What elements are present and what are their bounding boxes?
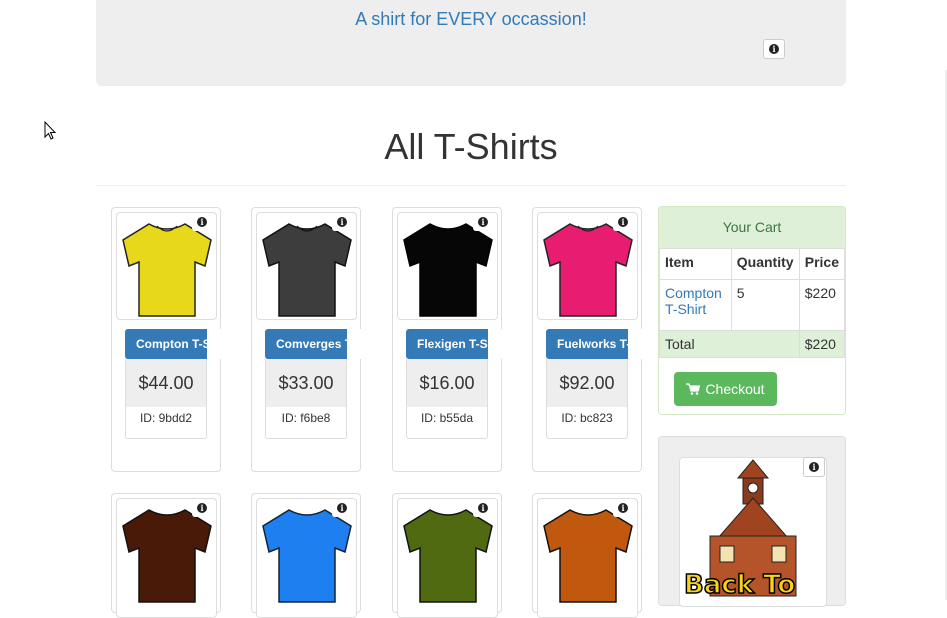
product-card: i Fuelworks T-Shirt $92.00 ID: bc823 (532, 207, 658, 472)
table-row: Compton T-Shirt 5 $220 (659, 279, 845, 331)
divider (96, 185, 846, 186)
price-box: $92.00 ID: bc823 (546, 359, 628, 439)
product-id: ID: f6be8 (281, 411, 331, 425)
info-icon[interactable]: i (473, 213, 493, 231)
info-icon[interactable]: i (192, 499, 212, 517)
shopping-cart-icon (686, 383, 701, 395)
product-card: i (392, 493, 502, 618)
back-to-school-image[interactable]: Back To (679, 457, 827, 607)
cart-item-quantity: 5 (730, 279, 800, 331)
product-name-button[interactable]: Comverges T-Shirt (265, 329, 383, 359)
total-label: Total (659, 330, 800, 358)
product-card: i Compton T-Shirt $44.00 ID: 9bdd2 (111, 207, 230, 472)
page-title: All T-Shirts (384, 126, 558, 167)
product-card: i (111, 493, 221, 618)
product-price: $44.00 (126, 359, 206, 407)
cart-title: Your Cart (659, 207, 845, 248)
checkout-label: Checkout (705, 381, 765, 397)
product-price: $16.00 (407, 359, 487, 407)
info-icon[interactable]: i (332, 499, 352, 517)
price-box: $44.00 ID: 9bdd2 (125, 359, 207, 439)
column-header: Price (798, 248, 845, 280)
column-header: Quantity (730, 248, 800, 280)
product-card: i (532, 493, 642, 618)
price-box: $16.00 ID: b55da (406, 359, 488, 439)
checkout-button[interactable]: Checkout (674, 372, 777, 406)
info-icon[interactable]: i (613, 213, 633, 231)
column-header: Item (659, 248, 732, 280)
tshirt-shape (122, 223, 212, 317)
tagline: A shirt for EVERY occassion! (355, 9, 587, 29)
product-price: $33.00 (266, 359, 346, 407)
product-price: $92.00 (547, 359, 627, 407)
product-card: i (251, 493, 361, 618)
mouse-cursor-icon (44, 121, 57, 140)
info-icon[interactable]: i (192, 213, 212, 231)
info-icon[interactable]: i (332, 213, 352, 231)
promo-text: Back To (683, 569, 796, 601)
price-box: $33.00 ID: f6be8 (265, 359, 347, 439)
table-row: Total $220 (659, 330, 845, 358)
info-icon[interactable]: i (613, 499, 633, 517)
product-id: ID: bc823 (561, 411, 613, 425)
product-card: i Comverges T-Shirt $33.00 ID: f6be8 (251, 207, 383, 472)
product-name-button[interactable]: Compton T-Shirt (125, 329, 230, 359)
cart-item-link[interactable]: Compton T-Shirt (659, 279, 732, 331)
product-name-button[interactable]: Fuelworks T-Shirt (546, 329, 658, 359)
info-icon[interactable]: i (473, 499, 493, 517)
cart-table: Item Quantity Price Compton T-Shirt 5 $2… (659, 248, 845, 358)
total-value: $220 (798, 330, 845, 358)
info-icon[interactable]: i (803, 457, 825, 477)
product-id: ID: 9bdd2 (139, 411, 193, 425)
product-id: ID: b55da (420, 411, 474, 425)
cart-panel: Your Cart Item Quantity Price Compton T-… (658, 206, 846, 415)
promo-panel: Back To i (658, 436, 846, 607)
header-banner: A shirt for EVERY occassion! i (96, 0, 846, 86)
product-card: i Flexigen T-Shirt $16.00 ID: b55da (392, 207, 507, 472)
info-icon[interactable]: i (763, 39, 785, 59)
cart-item-price: $220 (798, 279, 845, 331)
product-name-button[interactable]: Flexigen T-Shirt (406, 329, 507, 359)
